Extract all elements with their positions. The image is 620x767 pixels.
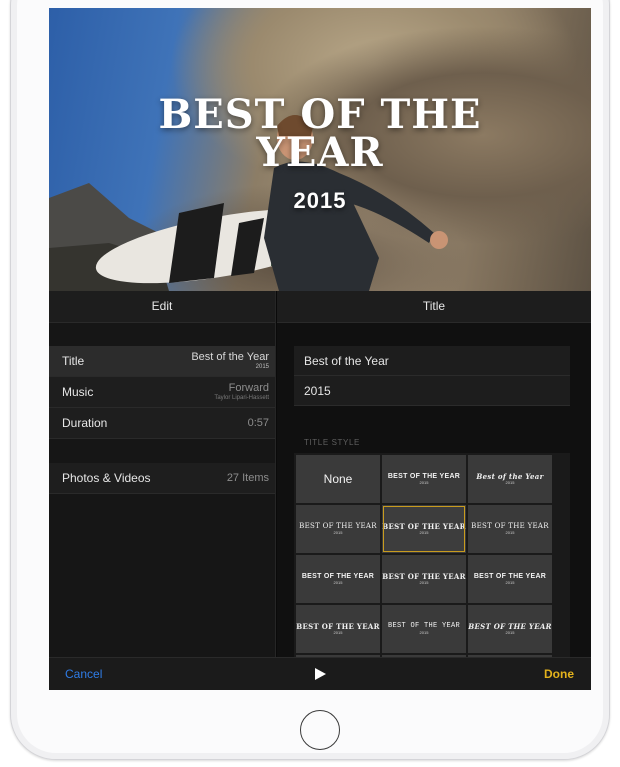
title-text-field[interactable]: Best of the Year (294, 346, 570, 376)
style-tile-year: 2015 (505, 579, 515, 585)
title-style-tile[interactable]: BEST OF THE YEAR 2015 (382, 605, 466, 653)
edit-row-value: Forward Taylor Lipari-Hassett (214, 382, 269, 402)
edit-panel: Edit Title Best of the Year 2015 Music F… (49, 291, 276, 657)
title-style-tile-selected[interactable]: BEST OF THE YEAR 2015 (382, 505, 466, 553)
edit-row-value-sub: Taylor Lipari-Hassett (214, 395, 269, 401)
bottom-toolbar: Cancel Done (49, 657, 591, 690)
edit-row-label: Music (62, 385, 94, 399)
home-button[interactable] (300, 710, 340, 750)
style-tile-text: None (323, 472, 353, 486)
edit-row-value-main: Forward (228, 382, 269, 394)
style-tile-text: BEST OF THE YEAR (382, 571, 466, 581)
style-tile-year: 2015 (419, 579, 429, 585)
edit-row-music[interactable]: Music Forward Taylor Lipari-Hassett (49, 377, 275, 408)
title-style-tile[interactable]: BEST OF THE YEAR 2015 (296, 605, 380, 653)
style-tile-year: 2015 (333, 629, 343, 635)
edit-list: Title Best of the Year 2015 Music Forwar… (49, 346, 275, 494)
edit-row-value-main: Best of the Year (191, 351, 269, 363)
style-tile-text: Best of the Year (476, 471, 544, 481)
title-fields: Best of the Year 2015 (294, 346, 570, 406)
edit-row-label: Duration (62, 416, 108, 430)
edit-row-value: Best of the Year 2015 (191, 351, 269, 371)
play-icon[interactable] (313, 667, 327, 686)
title-panel-header: Title (277, 291, 591, 323)
style-tile-text: BEST OF THE YEAR (387, 472, 461, 480)
style-tile-year: 2015 (419, 479, 429, 485)
edit-row-title[interactable]: Title Best of the Year 2015 (49, 346, 275, 377)
title-style-tile[interactable]: BEST OF THE YEAR 2015 (468, 555, 552, 603)
edit-row-value-sub: 2015 (255, 364, 269, 370)
title-style-tile[interactable]: BEST OF THE YEAR 2015 (296, 505, 380, 553)
style-tile-year: 2015 (419, 529, 429, 535)
style-tile-year: 2015 (419, 629, 429, 635)
title-style-none[interactable]: None (296, 455, 380, 503)
app-screen: BEST OF THE YEAR 2015 Edit Title Best of… (49, 8, 591, 690)
style-tile-year: 2015 (333, 579, 343, 585)
movie-preview: BEST OF THE YEAR 2015 (49, 8, 591, 291)
edit-row-value: 0:57 (247, 417, 269, 429)
style-tile-year: 2015 (333, 529, 343, 535)
title-style-tile[interactable]: Best of the Year 2015 (468, 455, 552, 503)
title-style-tile[interactable]: BEST OF THE YEAR 2015 (382, 555, 466, 603)
style-tile-year: 2015 (505, 629, 515, 635)
edit-row-label: Photos & Videos (62, 471, 151, 485)
style-tile-text: BEST OF THE YEAR (301, 572, 375, 580)
edit-row-photos-videos[interactable]: Photos & Videos 27 Items (49, 463, 275, 494)
style-tile-text: BEST OF THE YEAR (387, 621, 460, 630)
style-tile-text: BEST OF THE YEAR (382, 521, 466, 531)
title-style-tile[interactable]: BEST OF THE YEAR 2015 (468, 605, 552, 653)
style-tile-text: BEST OF THE YEAR (473, 572, 547, 580)
edit-panel-header: Edit (49, 291, 275, 323)
edit-row-label: Title (62, 354, 85, 368)
style-tile-text: BEST OF THE YEAR (468, 621, 552, 631)
preview-title-line2: YEAR (256, 129, 384, 176)
style-tile-text: BEST OF THE YEAR (471, 521, 549, 530)
cancel-button[interactable]: Cancel (65, 667, 102, 681)
edit-row-value: 27 Items (226, 472, 269, 484)
preview-title: BEST OF THE YEAR (49, 95, 591, 173)
style-tile-text: BEST OF THE YEAR (299, 521, 377, 530)
title-style-tile[interactable]: BEST OF THE YEAR 2015 (382, 455, 466, 503)
title-panel: Title Best of the Year 2015 TITLE STYLE … (277, 291, 591, 690)
subtitle-text-field[interactable]: 2015 (294, 376, 570, 406)
title-style-grid: None BEST OF THE YEAR 2015 Best of the Y… (294, 453, 570, 690)
done-button[interactable]: Done (544, 667, 574, 681)
title-style-section-label: TITLE STYLE (304, 438, 360, 447)
preview-year: 2015 (293, 188, 347, 213)
style-tile-text: BEST OF THE YEAR (296, 621, 380, 631)
style-tile-year: 2015 (505, 529, 515, 535)
style-tile-year: 2015 (505, 479, 515, 485)
title-style-tile[interactable]: BEST OF THE YEAR 2015 (296, 555, 380, 603)
title-style-tile[interactable]: BEST OF THE YEAR 2015 (468, 505, 552, 553)
edit-row-duration[interactable]: Duration 0:57 (49, 408, 275, 439)
